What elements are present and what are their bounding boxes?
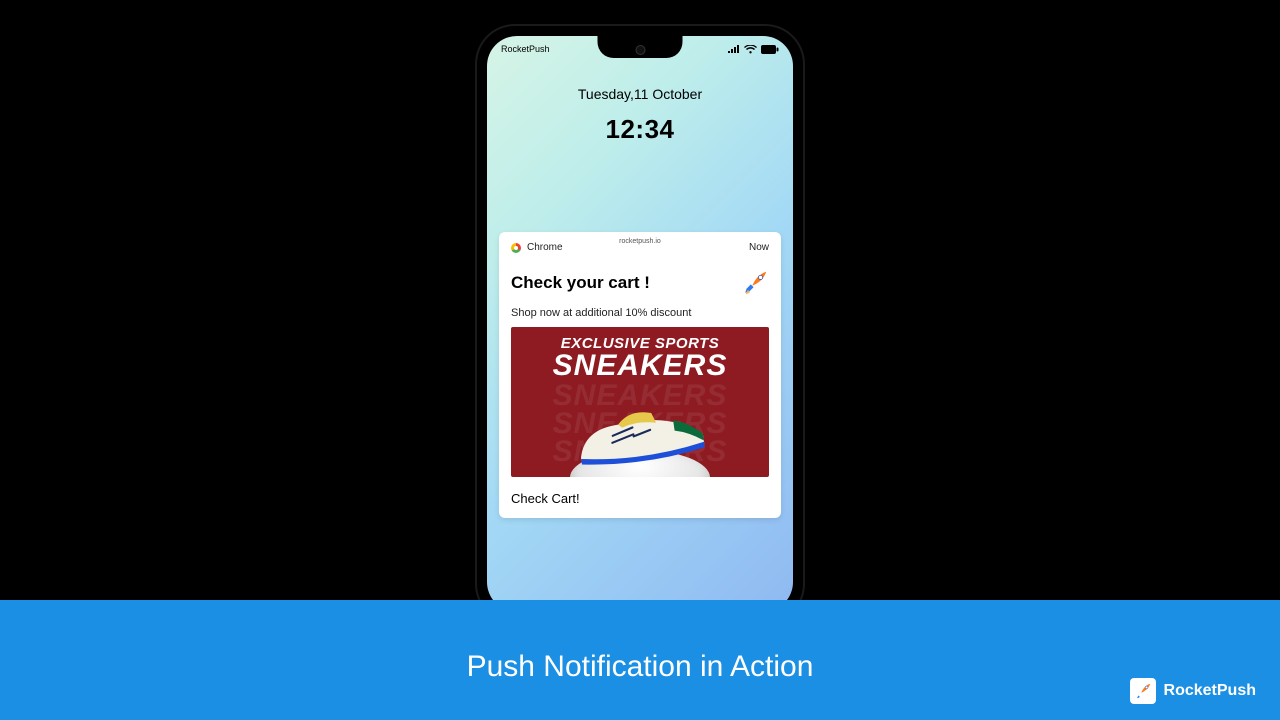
phone-side-button bbox=[805, 194, 809, 239]
lockscreen-time: 12:34 bbox=[487, 114, 793, 145]
notification-cta[interactable]: Check Cart! bbox=[511, 491, 769, 506]
battery-icon bbox=[761, 45, 779, 54]
notification-domain: rocketpush.io bbox=[619, 238, 661, 245]
brand-name: RocketPush bbox=[1164, 682, 1256, 700]
brand-logo-icon bbox=[1130, 678, 1156, 704]
chrome-icon bbox=[511, 243, 521, 253]
notification-app-label: Chrome bbox=[527, 242, 563, 253]
push-notification-card[interactable]: Chrome rocketpush.io Now Check your cart… bbox=[499, 232, 781, 518]
carrier-label: RocketPush bbox=[501, 44, 550, 54]
phone-screen: RocketPush Tuesday,11 October 12:34 Chro… bbox=[487, 36, 793, 612]
brand-block: RocketPush bbox=[1130, 678, 1256, 704]
notification-banner: EXCLUSIVE SPORTS SNEAKERS SNEAKERS SNEAK… bbox=[511, 327, 769, 477]
phone-notch bbox=[598, 36, 683, 58]
notification-body: Shop now at additional 10% discount bbox=[511, 307, 769, 319]
lockscreen-date: Tuesday,11 October bbox=[487, 86, 793, 102]
phone-side-button bbox=[805, 254, 809, 314]
notification-title: Check your cart ! bbox=[511, 273, 650, 293]
footer-bar: Push Notification in Action RocketPush bbox=[0, 600, 1280, 720]
notification-time: Now bbox=[749, 242, 769, 253]
rocket-icon bbox=[741, 269, 769, 297]
signal-icon bbox=[728, 45, 740, 54]
banner-headline-2: SNEAKERS bbox=[553, 352, 728, 379]
wifi-icon bbox=[744, 45, 757, 54]
phone-frame: RocketPush Tuesday,11 October 12:34 Chro… bbox=[475, 24, 805, 624]
footer-title: Push Notification in Action bbox=[467, 650, 814, 684]
phone-mockup: RocketPush Tuesday,11 October 12:34 Chro… bbox=[475, 24, 805, 624]
